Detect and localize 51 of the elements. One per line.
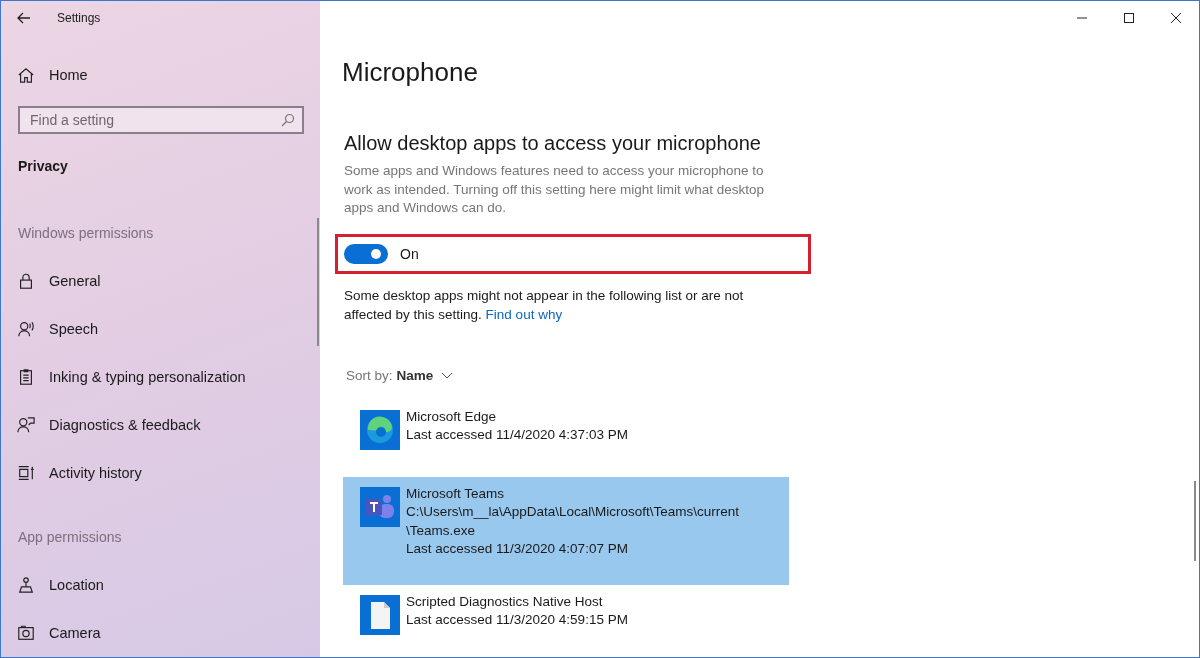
description-text: Some apps and Windows features need to access your microphone to work as intended. Turning off this setting here might limit what desktop apps and Windows can do. bbox=[344, 162, 765, 217]
nav-item[interactable]: Location bbox=[1, 561, 104, 610]
app-name: Microsoft Teams bbox=[406, 484, 506, 503]
section-heading: Windows permissions bbox=[17, 224, 155, 244]
section-heading: App permissions bbox=[17, 528, 123, 548]
nav-item[interactable]: Speech bbox=[1, 305, 99, 354]
location-icon bbox=[17, 576, 35, 595]
nav-item[interactable]: General bbox=[1, 257, 101, 306]
home-icon bbox=[17, 65, 35, 84]
sort-dropdown[interactable]: Name bbox=[396, 367, 454, 383]
section-title: Allow desktop apps to access your microphone bbox=[344, 132, 762, 155]
app-list-item[interactable]: Microsoft Teams C:\Users\m__la\AppData\Local\Microsoft\Teams\current\Teams.exe Last accessed 11/3/2020 4:07:07 PM bbox=[343, 476, 789, 585]
teams-icon bbox=[360, 486, 400, 527]
edge-icon bbox=[360, 409, 400, 450]
category-title: Privacy bbox=[17, 156, 69, 176]
app-list-item[interactable]: Scripted Diagnostics Native Host Last accessed 11/3/2020 4:59:15 PM bbox=[343, 584, 789, 643]
nav-item[interactable]: Activity history bbox=[1, 448, 142, 497]
find-out-why-link[interactable]: Find out why bbox=[485, 306, 563, 322]
toggle-label: On bbox=[400, 245, 419, 262]
search-field[interactable]: Find a setting bbox=[18, 105, 304, 134]
timeline-icon bbox=[17, 463, 35, 482]
last-accessed-text: Last accessed 11/3/2020 4:59:15 PM bbox=[406, 611, 628, 629]
sort-label: Sort by: bbox=[346, 367, 393, 383]
back-button[interactable] bbox=[17, 11, 31, 24]
person-feedback-icon bbox=[17, 415, 35, 434]
app-name: Microsoft Edge bbox=[406, 407, 498, 426]
app-path: C:\Users\m__la\AppData\Local\Microsoft\Teams\current\Teams.exe bbox=[406, 503, 741, 540]
app-name: Scripted Diagnostics Native Host bbox=[406, 592, 604, 611]
chevron-down-icon bbox=[441, 371, 454, 379]
clipboard-icon bbox=[17, 367, 35, 386]
maximize-icon bbox=[1123, 13, 1134, 23]
app-list-item[interactable]: Microsoft Edge Last accessed 11/4/2020 4:37:03 PM bbox=[343, 399, 789, 458]
nav-item[interactable]: Diagnostics & feedback bbox=[1, 400, 201, 449]
search-icon bbox=[281, 112, 295, 127]
minimize-icon bbox=[1076, 17, 1087, 19]
window-title: Settings bbox=[57, 10, 101, 25]
close-icon bbox=[1170, 13, 1181, 23]
nav-item[interactable]: Camera bbox=[1, 609, 101, 657]
toggle-switch[interactable] bbox=[344, 243, 388, 264]
home-nav-item[interactable]: Home bbox=[1, 50, 88, 99]
page-title: Microphone bbox=[342, 57, 479, 88]
note-text: Some desktop apps might not appear in the following list or are not affected by this setting. Find out why bbox=[344, 286, 745, 324]
lock-icon bbox=[17, 272, 35, 291]
last-accessed-text: Last accessed 11/3/2020 4:07:07 PM bbox=[406, 540, 629, 558]
scrollbar[interactable] bbox=[317, 218, 319, 346]
scrollbar[interactable] bbox=[1194, 481, 1196, 561]
file-icon bbox=[360, 594, 400, 635]
camera-icon bbox=[17, 624, 35, 643]
nav-item[interactable]: Inking & typing personalization bbox=[1, 353, 246, 401]
last-accessed-text: Last accessed 11/4/2020 4:37:03 PM bbox=[406, 426, 628, 444]
speech-icon bbox=[17, 320, 35, 339]
